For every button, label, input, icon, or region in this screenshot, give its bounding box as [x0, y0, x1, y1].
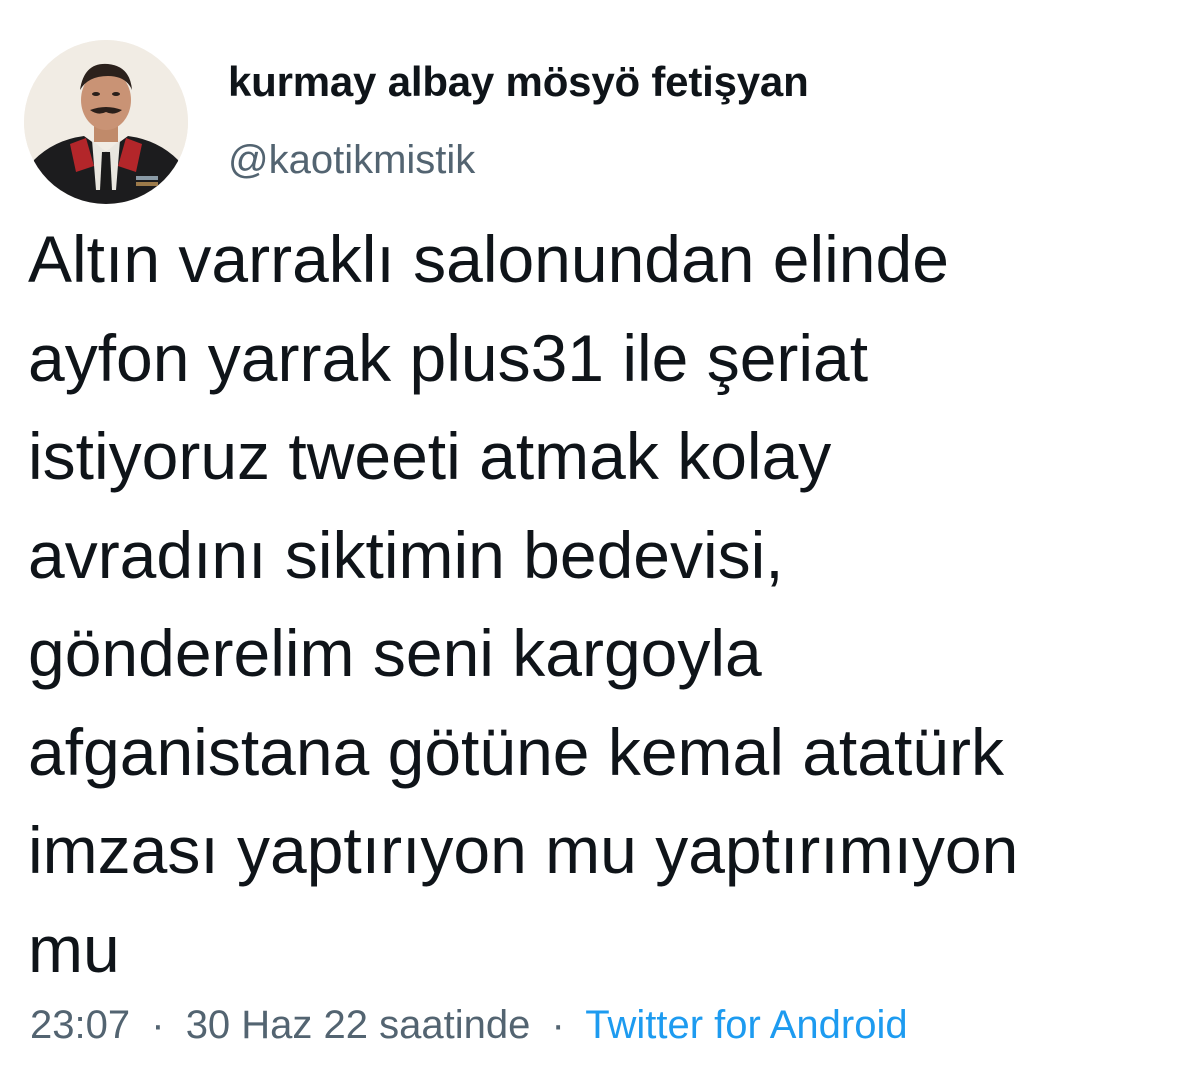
user-handle[interactable]: @kaotikmistik	[228, 138, 475, 183]
tweet-time[interactable]: 23:07	[30, 1003, 130, 1047]
tweet-text-line: ayfon yarrak plus31 ile şeriat	[28, 320, 869, 395]
tweet-text: Altın varraklı salonundan elinde ayfon y…	[28, 210, 1178, 998]
meta-separator: ·	[551, 1003, 565, 1047]
tweet-text-line: Altın varraklı salonundan elinde	[28, 222, 949, 296]
tweet-date[interactable]: 30 Haz 22 saatinde	[186, 1003, 531, 1047]
tweet-text-line: mu	[28, 911, 120, 986]
tweet-text-line: avradını siktimin bedevisi,	[28, 517, 784, 592]
tweet-text-line: gönderelim seni kargoyla	[28, 616, 762, 690]
meta-separator: ·	[151, 1003, 165, 1047]
tweet-meta: 23:07 · 30 Haz 22 saatinde · Twitter for…	[30, 1003, 908, 1048]
tweet-text-line: afganistana götüne kemal atatürk	[28, 714, 1004, 789]
tweet-source-link[interactable]: Twitter for Android	[585, 1003, 907, 1047]
avatar[interactable]	[24, 40, 188, 204]
profile-photo-icon	[24, 40, 188, 204]
tweet-card: kurmay albay mösyö fetişyan @kaotikmisti…	[0, 0, 1200, 1085]
display-name[interactable]: kurmay albay mösyö fetişyan	[228, 58, 809, 106]
tweet-text-line: imzası yaptırıyon mu yaptırımıyon	[28, 813, 1019, 887]
tweet-text-line: istiyoruz tweeti atmak kolay	[28, 419, 832, 493]
